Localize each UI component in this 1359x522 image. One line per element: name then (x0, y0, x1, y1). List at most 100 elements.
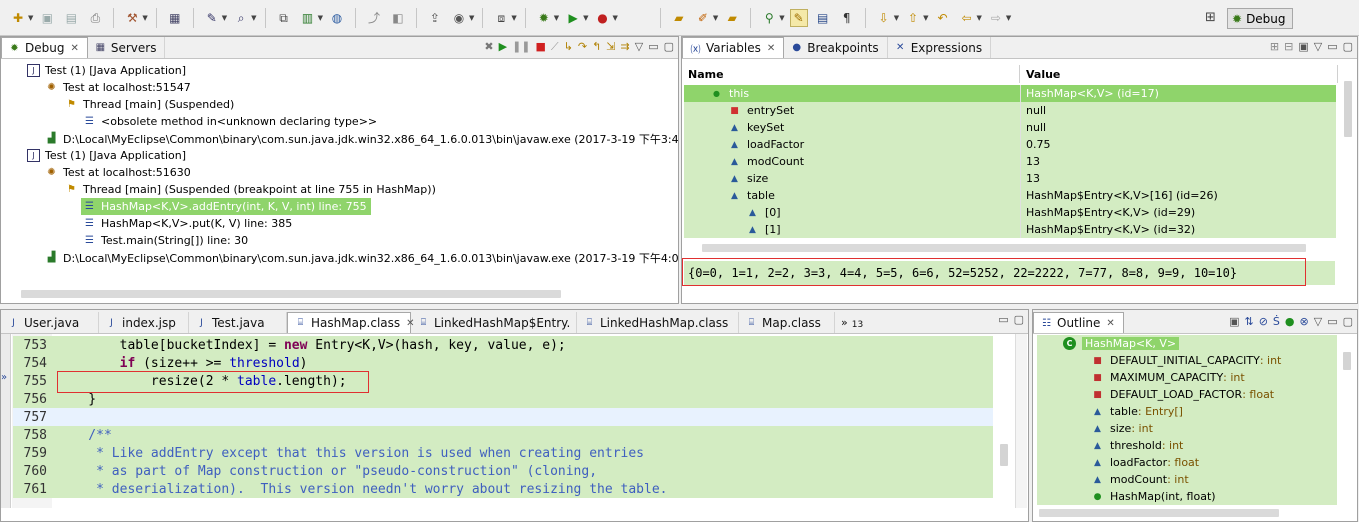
maximize-icon[interactable]: ▢ (1343, 40, 1353, 53)
tree-item-frame[interactable]: ☰ <obsolete method in<unknown declaring … (83, 113, 377, 130)
tab-expressions[interactable]: ✕ Expressions (888, 37, 992, 58)
forward-dropdown-icon[interactable]: ▼ (1006, 14, 1011, 22)
minimize-icon[interactable]: ▭ (648, 40, 658, 54)
open-task-icon[interactable]: ▥ (299, 9, 317, 27)
resume-icon[interactable]: ▶ (499, 40, 507, 54)
variable-row[interactable]: ▲ modCount 13 (684, 153, 1336, 170)
bug-pin-icon[interactable]: ⚲ (760, 9, 778, 27)
tree-item-thread[interactable]: ⚑ Thread [main] (Suspended) (65, 96, 234, 113)
run-ext-dropdown-icon[interactable]: ▼ (613, 14, 618, 22)
open-folder-icon[interactable]: ▰ (670, 9, 688, 27)
tab-debug[interactable]: ✹ Debug ✕ (1, 37, 88, 58)
variable-row[interactable]: ▲ loadFactor 0.75 (684, 136, 1336, 153)
code-line[interactable]: 753 table[bucketIndex] = new Entry<K,V>(… (13, 336, 993, 354)
outline-item[interactable]: ▲ table : Entry[] (1037, 403, 1337, 420)
new-dropdown-icon[interactable]: ▼ (28, 14, 33, 22)
prev-annotation-icon[interactable]: ⇧ (904, 9, 922, 27)
hide-static-icon[interactable]: Ṡ (1273, 315, 1280, 328)
deploy-icon[interactable]: ⇪ (426, 9, 444, 27)
collapse-all-icon[interactable]: ▣ (1229, 315, 1239, 328)
annotation-gutter[interactable] (1, 334, 11, 508)
view-menu-icon[interactable]: ▽ (635, 40, 643, 54)
outline-item[interactable]: ▲ threshold : int (1037, 437, 1337, 454)
server-status-icon[interactable]: ◉ (450, 9, 468, 27)
run-icon[interactable]: ▶ (564, 9, 582, 27)
tab-index-jsp[interactable]: J index.jsp (99, 312, 189, 333)
code-line[interactable]: 761 * deserialization). This version nee… (13, 480, 993, 498)
run-ext-icon[interactable]: ● (594, 9, 612, 27)
next-annotation-icon[interactable]: ⇩ (875, 9, 893, 27)
pin-icon[interactable]: ⤴ (365, 9, 383, 27)
code-line[interactable]: 756 } (13, 390, 993, 408)
screenshot-dropdown-icon[interactable]: ▼ (511, 14, 516, 22)
disconnect-icon[interactable]: ⟋ (551, 40, 559, 54)
tree-item-target[interactable]: ✺ Test at localhost:51547 (45, 79, 191, 96)
code-line[interactable]: 754 if (size++ >= threshold) (13, 354, 993, 372)
tab-hashmap-class[interactable]: ⌸ HashMap.class ✕ (287, 312, 415, 333)
tab-variables[interactable]: ⒳ Variables ✕ (682, 37, 785, 58)
save-all-icon[interactable]: ▤ (62, 9, 80, 27)
outline-item[interactable]: ▲ loadFactor : float (1037, 454, 1337, 471)
code-line-current[interactable]: 755 resize(2 * table.length); (13, 372, 993, 390)
variable-row[interactable]: ▲ size 13 (684, 170, 1336, 187)
vertical-scrollbar[interactable] (1000, 444, 1008, 466)
bug-pin-dropdown-icon[interactable]: ▼ (779, 14, 784, 22)
horizontal-scrollbar[interactable] (702, 244, 1306, 252)
coverage-icon[interactable]: ◧ (389, 9, 407, 27)
tree-item-process[interactable]: ▟ D:\Local\MyEclipse\Common\binary\com.s… (45, 249, 678, 266)
hide-local-types-icon[interactable]: ⊗ (1300, 315, 1309, 328)
run-dropdown-icon[interactable]: ▼ (583, 14, 588, 22)
tree-item-frame-selected[interactable]: ☰ HashMap<K,V>.addEntry(int, K, V, int) … (81, 198, 371, 215)
outline-item[interactable]: ▲ modCount : int (1037, 471, 1337, 488)
minimize-icon[interactable]: ▭ (1327, 40, 1337, 53)
highlight-icon[interactable]: ✎ (789, 8, 808, 27)
open-type-icon[interactable]: ⧉ (275, 9, 293, 27)
vertical-scrollbar[interactable] (1343, 352, 1351, 370)
detail-pane[interactable]: {0=0, 1=1, 2=2, 3=3, 4=4, 5=5, 6=6, 52=5… (684, 261, 1335, 285)
maximize-icon[interactable]: ▢ (1343, 315, 1353, 328)
tab-test-java[interactable]: J Test.java (189, 312, 287, 333)
tab-user-java[interactable]: J User.java (1, 312, 99, 333)
horizontal-scrollbar[interactable] (21, 290, 561, 298)
variable-row-this[interactable]: ● this HashMap<K,V> (id=17) (684, 85, 1336, 102)
back-icon[interactable]: ⇦ (957, 9, 975, 27)
code-line[interactable]: 757 (13, 408, 993, 426)
hide-fields-icon[interactable]: ⊘ (1259, 315, 1268, 328)
tree-item-launch[interactable]: J Test (1) [Java Application] (27, 62, 186, 79)
status-dropdown-icon[interactable]: ▼ (469, 14, 474, 22)
wand-dropdown-icon[interactable]: ▼ (222, 14, 227, 22)
outline-item[interactable]: ● HashMap(int, float) (1037, 488, 1337, 505)
task-dropdown-icon[interactable]: ▼ (318, 14, 323, 22)
variable-row[interactable]: ▲ table HashMap$Entry<K,V>[16] (id=26) (684, 187, 1336, 204)
code-editor[interactable]: » 753 table[bucketIndex] = new Entry<K,V… (1, 334, 1028, 508)
prev-annotation-dropdown-icon[interactable]: ▼ (923, 14, 928, 22)
paragraph-icon[interactable]: ¶ (838, 9, 856, 27)
variable-row[interactable]: ▲ [1] HashMap$Entry<K,V> (id=32) (684, 221, 1336, 238)
variable-row[interactable]: ▲ keySet null (684, 119, 1336, 136)
code-line[interactable]: 759 * Like addEntry except that this ver… (13, 444, 993, 462)
annotate-icon[interactable]: ✐ (694, 9, 712, 27)
outline-item[interactable]: ▲ size : int (1037, 420, 1337, 437)
new-icon[interactable]: ✚ (9, 9, 27, 27)
outline-item[interactable]: ■ DEFAULT_INITIAL_CAPACITY : int (1037, 352, 1337, 369)
terminate-icon[interactable]: ■ (536, 40, 546, 54)
code-line[interactable]: 760 * as part of Map construction or "ps… (13, 462, 993, 480)
server-icon[interactable]: ▦ (166, 9, 184, 27)
show-type-names-icon[interactable]: ⊞ (1270, 40, 1279, 53)
remove-all-terminated-icon[interactable]: ✖ (484, 40, 493, 54)
screenshot-icon[interactable]: ⧈ (492, 9, 510, 27)
open-perspective-icon[interactable]: ⊞ (1205, 10, 1223, 28)
use-step-filters-icon[interactable]: ⇉ (621, 40, 630, 54)
print-icon[interactable]: ⎙ (86, 9, 104, 27)
tree-item-thread[interactable]: ⚑ Thread [main] (Suspended (breakpoint a… (65, 181, 436, 198)
tab-breakpoints[interactable]: ● Breakpoints (784, 37, 888, 58)
perspective-debug-button[interactable]: ✹ Debug (1227, 8, 1293, 29)
hide-non-public-icon[interactable]: ● (1285, 315, 1295, 328)
show-logical-structure-icon[interactable]: ⊟ (1284, 40, 1293, 53)
step-return-icon[interactable]: ↰ (592, 40, 601, 54)
tree-item-target[interactable]: ✺ Test at localhost:51630 (45, 164, 191, 181)
drop-to-frame-icon[interactable]: ⇲ (606, 40, 615, 54)
minimize-icon[interactable]: ▭ (1327, 315, 1337, 328)
tab-servers[interactable]: ▦ Servers (88, 37, 166, 58)
web-icon[interactable]: ◍ (328, 9, 346, 27)
